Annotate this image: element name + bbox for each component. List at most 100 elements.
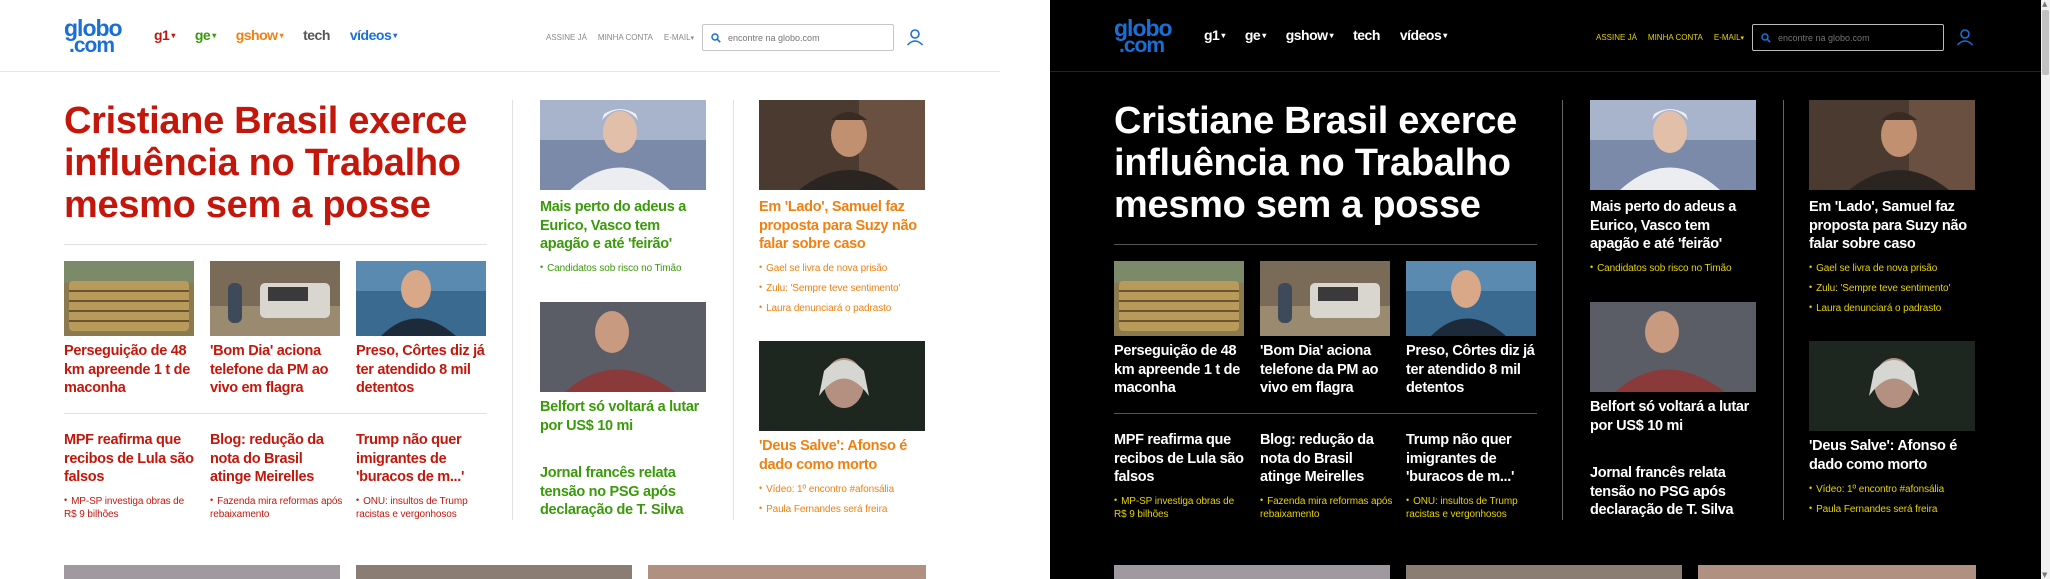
user-icon[interactable] — [1956, 28, 1974, 46]
email-link[interactable]: E-MAIL▾ — [664, 33, 694, 42]
related-link[interactable]: • Candidatos sob risco no Timão — [1590, 261, 1760, 275]
related-link[interactable]: • Vídeo: 1º encontro #afonsália — [759, 482, 929, 496]
thumbnail-next-row[interactable] — [1698, 565, 1976, 579]
user-icon[interactable] — [906, 28, 924, 46]
related-links: • Gael se livra de nova prisão • Zulu: 'Se… — [1809, 261, 1979, 321]
my-account-link[interactable]: MINHA CONTA — [1648, 33, 1703, 42]
thumbnail-next-row[interactable] — [356, 565, 632, 579]
email-link[interactable]: E-MAIL▾ — [1714, 33, 1744, 42]
related-link[interactable]: • Gael se livra de nova prisão — [1809, 261, 1979, 275]
story-title[interactable]: Preso, Côrtes diz já ter atendido 8 mil … — [1406, 342, 1541, 398]
thumbnail-next-row[interactable] — [648, 565, 926, 579]
nav-item-g1[interactable]: g1 ▾ — [1204, 27, 1225, 43]
related-link[interactable]: • MP-SP investiga obras de R$ 9 bilhões — [1114, 494, 1249, 521]
related-link[interactable]: • Vídeo: 1º encontro #afonsália — [1809, 482, 1979, 496]
story-title[interactable]: Em 'Lado', Samuel faz proposta para Suzy… — [759, 198, 929, 254]
globo-logo[interactable]: globo .com — [1114, 17, 1173, 57]
story-title[interactable]: Jornal francês relata tensão no PSG após… — [1590, 464, 1760, 520]
thumbnail-marijuana[interactable] — [64, 261, 194, 336]
story-title[interactable]: 'Bom Dia' aciona telefone da PM ao vivo … — [1260, 342, 1395, 398]
related-link[interactable]: • Fazenda mira reformas após rebaixamento — [1260, 494, 1395, 521]
thumbnail-cortes[interactable] — [356, 261, 486, 336]
chevron-down-icon: ▾ — [279, 31, 284, 40]
story-title[interactable]: Blog: redução da nota do Brasil atinge M… — [1260, 431, 1395, 487]
story-title[interactable]: Belfort só voltará a lutar por US$ 10 mi — [540, 398, 710, 435]
story-title[interactable]: Perseguição de 48 km apreende 1 t de mac… — [64, 342, 199, 398]
search-input[interactable] — [728, 32, 878, 43]
column-divider — [512, 100, 513, 520]
nav-item-ge[interactable]: ge ▾ — [1245, 27, 1266, 43]
nav-item-tech[interactable]: tech — [303, 27, 330, 43]
story-title[interactable]: Em 'Lado', Samuel faz proposta para Suzy… — [1809, 198, 1979, 254]
related-link[interactable]: • Zulu: 'Sempre teve sentimento' — [1809, 281, 1979, 295]
chevron-down-icon: ▾ — [1443, 31, 1447, 40]
search-box[interactable] — [1752, 24, 1944, 51]
top-links: ASSINE JÁ MINHA CONTA E-MAIL▾ — [1596, 33, 1744, 42]
story-title[interactable]: Perseguição de 48 km apreende 1 t de mac… — [1114, 342, 1249, 398]
related-link[interactable]: • Laura denunciará o padrasto — [1809, 301, 1979, 315]
story-title[interactable]: Jornal francês relata tensão no PSG após… — [540, 464, 710, 520]
nav-item-gshow[interactable]: gshow ▾ — [1286, 27, 1334, 43]
scrollbar-dark[interactable]: ▲ ▼ — [2041, 0, 2050, 579]
nav-item-ge[interactable]: ge ▾ — [195, 27, 216, 43]
nav-item-tech[interactable]: tech — [1353, 27, 1380, 43]
divider — [1114, 413, 1537, 414]
my-account-link[interactable]: MINHA CONTA — [598, 33, 653, 42]
story-title[interactable]: Mais perto do adeus a Eurico, Vasco tem … — [1590, 198, 1760, 254]
story-title[interactable]: MPF reafirma que recibos de Lula são fal… — [1114, 431, 1249, 487]
subscribe-link[interactable]: ASSINE JÁ — [1596, 33, 1637, 42]
story-title[interactable]: Belfort só voltará a lutar por US$ 10 mi — [1590, 398, 1760, 435]
chevron-down-icon: ▾ — [1262, 31, 1266, 40]
top-links: ASSINE JÁ MINHA CONTA E-MAIL▾ — [546, 33, 694, 42]
related-link[interactable]: • Zulu: 'Sempre teve sentimento' — [759, 281, 929, 295]
thumbnail-samuel[interactable] — [759, 100, 925, 190]
main-nav: g1 ▾ ge ▾ gshow ▾ tech vídeos ▾ — [154, 27, 397, 43]
related-link[interactable]: • Laura denunciará o padrasto — [759, 301, 929, 315]
main-headline[interactable]: Cristiane Brasil exerce influência no Tr… — [1114, 100, 1544, 226]
related-link[interactable]: • ONU: insultos de Trump racistas e vergo… — [356, 494, 491, 521]
thumbnail-afonso[interactable] — [759, 341, 925, 431]
thumbnail-police-car[interactable] — [1260, 261, 1390, 336]
thumbnail-marijuana[interactable] — [1114, 261, 1244, 336]
story-title[interactable]: 'Deus Salve': Afonso é dado como morto — [759, 437, 929, 474]
thumbnail-eurico[interactable] — [1590, 100, 1756, 190]
story-title[interactable]: 'Deus Salve': Afonso é dado como morto — [1809, 437, 1979, 474]
thumbnail-eurico[interactable] — [540, 100, 706, 190]
related-link[interactable]: • Fazenda mira reformas após rebaixamento — [210, 494, 345, 521]
thumbnail-belfort[interactable] — [540, 302, 706, 392]
search-box[interactable] — [702, 24, 894, 51]
thumbnail-samuel[interactable] — [1809, 100, 1975, 190]
nav-item-g1[interactable]: g1 ▾ — [154, 27, 175, 43]
story-title[interactable]: Blog: redução da nota do Brasil atinge M… — [210, 431, 345, 487]
divider — [64, 244, 487, 245]
main-headline[interactable]: Cristiane Brasil exerce influência no Tr… — [64, 100, 494, 226]
subscribe-link[interactable]: ASSINE JÁ — [546, 33, 587, 42]
nav-item-videos[interactable]: vídeos ▾ — [1400, 27, 1447, 43]
story-title[interactable]: 'Bom Dia' aciona telefone da PM ao vivo … — [210, 342, 345, 398]
thumbnail-afonso[interactable] — [1809, 341, 1975, 431]
chevron-down-icon: ▾ — [212, 31, 216, 40]
thumbnail-cortes[interactable] — [1406, 261, 1536, 336]
related-link[interactable]: • ONU: insultos de Trump racistas e vergo… — [1406, 494, 1541, 521]
related-link[interactable]: • Paula Fernandes será freira — [1809, 502, 1979, 516]
thumbnail-police-car[interactable] — [210, 261, 340, 336]
story-title[interactable]: Preso, Côrtes diz já ter atendido 8 mil … — [356, 342, 491, 398]
story-title[interactable]: Trump não quer imigrantes de 'buracos de… — [356, 431, 491, 487]
search-input[interactable] — [1778, 32, 1928, 43]
story-title[interactable]: Mais perto do adeus a Eurico, Vasco tem … — [540, 198, 710, 254]
thumbnail-next-row[interactable] — [64, 565, 340, 579]
nav-item-gshow[interactable]: gshow ▾ — [236, 27, 284, 43]
story-title[interactable]: Trump não quer imigrantes de 'buracos de… — [1406, 431, 1541, 487]
story-title[interactable]: MPF reafirma que recibos de Lula são fal… — [64, 431, 199, 487]
related-link[interactable]: • Candidatos sob risco no Timão — [540, 261, 710, 275]
related-link[interactable]: • Gael se livra de nova prisão — [759, 261, 929, 275]
thumbnail-next-row[interactable] — [1406, 565, 1682, 579]
related-link[interactable]: • Paula Fernandes será freira — [759, 502, 929, 516]
globo-logo[interactable]: globo .com — [64, 17, 123, 57]
nav-item-videos[interactable]: vídeos ▾ — [350, 27, 397, 43]
related-link[interactable]: • MP-SP investiga obras de R$ 9 bilhões — [64, 494, 199, 521]
thumbnail-next-row[interactable] — [1114, 565, 1390, 579]
divider — [64, 413, 487, 414]
thumbnail-belfort[interactable] — [1590, 302, 1756, 392]
related-links: • Vídeo: 1º encontro #afonsália • Paula Fe… — [759, 482, 929, 522]
